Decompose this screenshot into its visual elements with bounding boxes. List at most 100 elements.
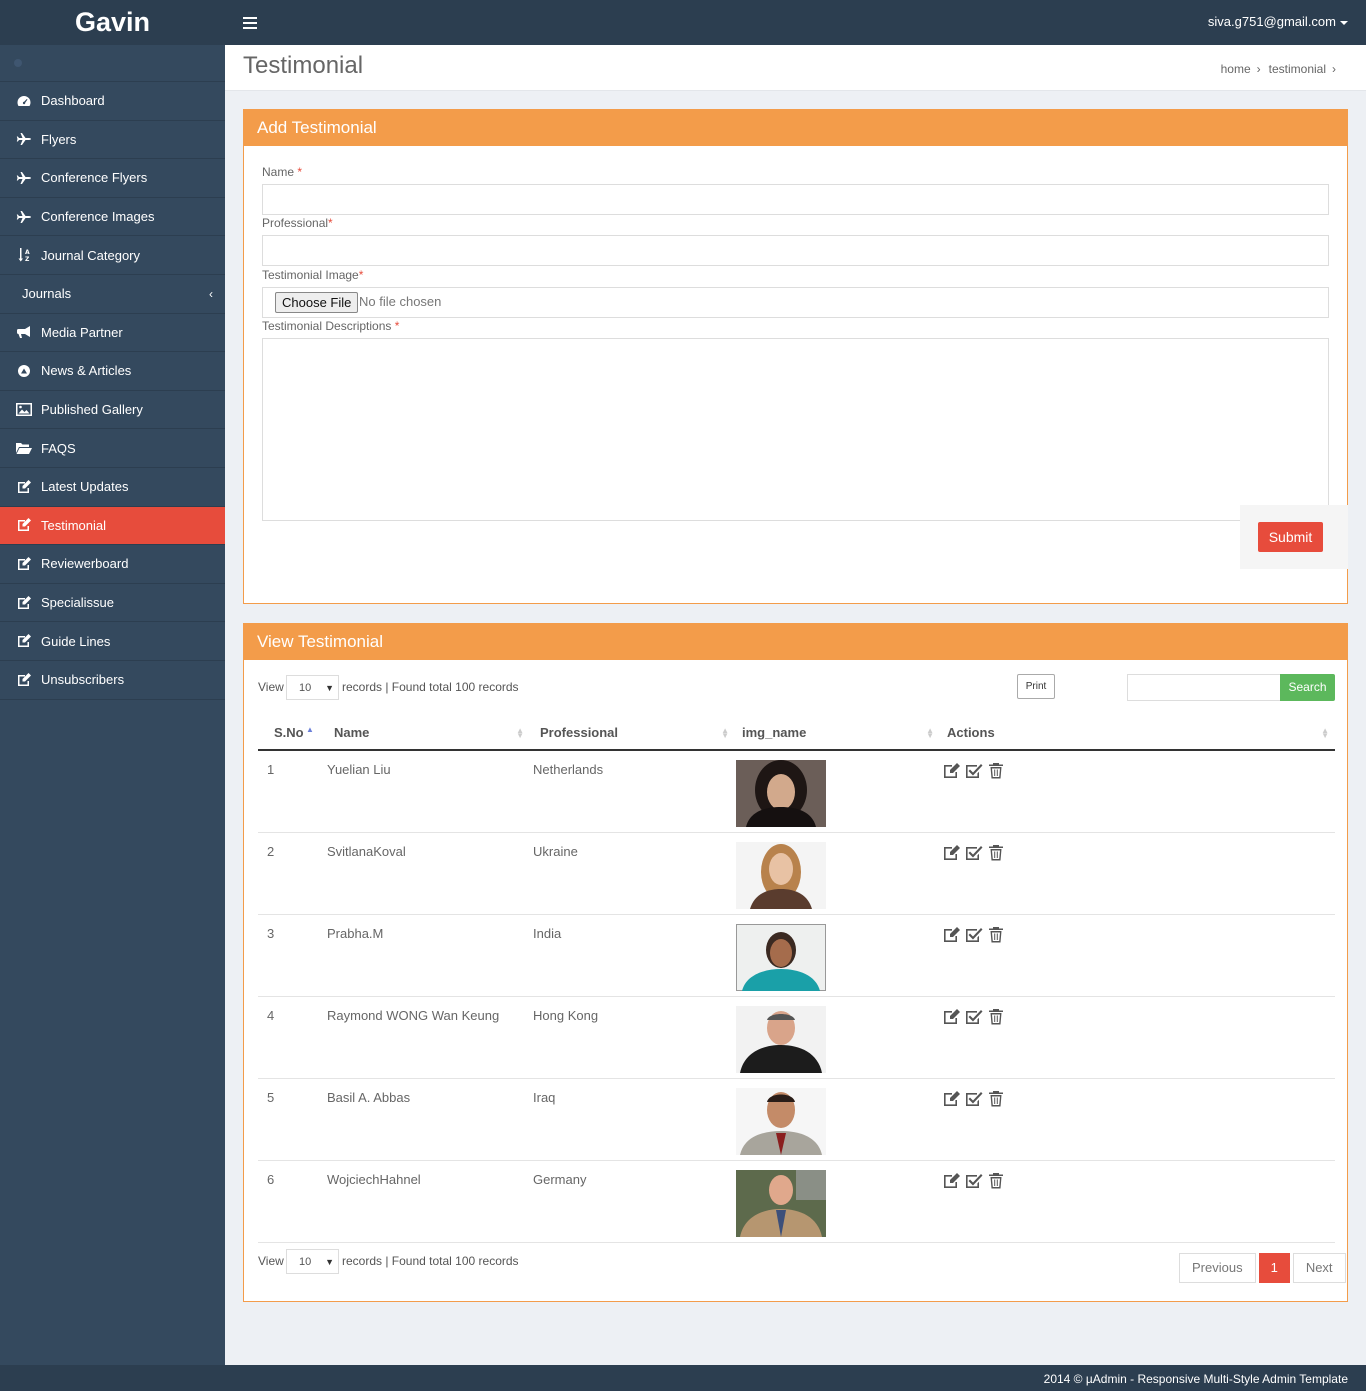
column-header-name[interactable]: Name ▲ ▼ — [327, 716, 530, 751]
approve-check-icon[interactable] — [965, 844, 983, 861]
panel-heading: View Testimonial — [244, 624, 1347, 660]
sidebar-item-unsubscribers[interactable]: Unsubscribers — [0, 661, 225, 700]
folder-open-icon — [15, 441, 33, 455]
cell-image — [735, 750, 940, 833]
professional-label-text: Professional — [262, 216, 329, 230]
brand-logo[interactable]: Gavin — [0, 0, 225, 45]
cell-professional: Netherlands — [530, 750, 735, 833]
picture-icon — [15, 403, 33, 417]
sidebar-item-published-gallery[interactable]: Published Gallery — [0, 391, 225, 430]
approve-check-icon[interactable] — [965, 926, 983, 943]
testimonial-photo — [736, 1169, 826, 1237]
sidebar-item-faqs[interactable]: FAQS — [0, 429, 225, 468]
column-header-professional[interactable]: Professional ▲ ▼ — [530, 716, 735, 751]
edit-icon — [15, 518, 33, 532]
trash-icon[interactable] — [987, 1090, 1005, 1107]
testimonial-descriptions-textarea[interactable] — [262, 338, 1329, 521]
required-mark: * — [358, 268, 364, 282]
sidebar-item-label: FAQS — [41, 440, 76, 456]
bullhorn-icon — [15, 325, 33, 339]
status-dot-icon — [14, 59, 22, 67]
table-row: 2 SvitlanaKoval Ukraine — [258, 832, 1335, 915]
edit-icon[interactable] — [943, 762, 961, 779]
breadcrumb-testimonial[interactable]: testimonial — [1269, 62, 1326, 76]
testimonial-descriptions-label: Testimonial Descriptions * — [262, 319, 399, 333]
approve-check-icon[interactable] — [965, 762, 983, 779]
edit-icon — [15, 479, 33, 494]
cell-professional: Hong Kong — [530, 996, 735, 1079]
column-label: Professional — [540, 725, 619, 740]
column-label: img_name — [742, 725, 807, 740]
svg-text:Z: Z — [25, 256, 30, 262]
testimonial-photo — [736, 841, 826, 909]
edit-icon — [15, 595, 33, 610]
user-menu[interactable]: siva.g751@gmail.com — [1208, 14, 1348, 29]
breadcrumb: home › testimonial › — [1221, 62, 1344, 76]
sidebar-item-specialissue[interactable]: Specialissue — [0, 584, 225, 623]
sidebar-item-conference-flyers[interactable]: Conference Flyers — [0, 159, 225, 198]
edit-icon[interactable] — [943, 844, 961, 861]
image-label-text: Testimonial Image — [262, 268, 359, 282]
sidebar-item-news-articles[interactable]: News & Articles — [0, 352, 225, 391]
top-navbar: siva.g751@gmail.com — [225, 0, 1366, 45]
previous-page-button[interactable]: Previous — [1179, 1253, 1256, 1283]
add-testimonial-panel: Add Testimonial Name * Professional* Tes… — [243, 109, 1348, 604]
cell-professional: India — [530, 914, 735, 997]
sidebar-item-conference-images[interactable]: Conference Images — [0, 198, 225, 237]
sidebar-item-dashboard[interactable]: Dashboard — [0, 82, 225, 121]
sidebar-item-journals[interactable]: Journals ‹ — [0, 275, 225, 314]
page-size-select-bottom[interactable]: 10 ▼ — [286, 1249, 339, 1274]
page-header: Testimonial home › testimonial › — [225, 45, 1366, 91]
sidebar-item-testimonial[interactable]: Testimonial — [0, 506, 225, 546]
edit-icon[interactable] — [943, 1090, 961, 1107]
edit-icon[interactable] — [943, 926, 961, 943]
name-input[interactable] — [262, 184, 1329, 215]
required-mark: * — [297, 165, 303, 179]
records-summary: records | Found total 100 records — [342, 1254, 519, 1268]
no-file-text: No file chosen — [359, 294, 442, 309]
trash-icon[interactable] — [987, 1172, 1005, 1189]
trash-icon[interactable] — [987, 844, 1005, 861]
sidebar-item-media-partner[interactable]: Media Partner — [0, 314, 225, 353]
search-button[interactable]: Search — [1280, 674, 1335, 701]
approve-check-icon[interactable] — [965, 1172, 983, 1189]
edit-icon[interactable] — [943, 1008, 961, 1025]
column-header-actions[interactable]: Actions ▲ ▼ — [940, 716, 1335, 751]
approve-check-icon[interactable] — [965, 1008, 983, 1025]
submit-button[interactable]: Submit — [1258, 522, 1323, 552]
records-summary: records | Found total 100 records — [342, 680, 519, 694]
sidebar-item-flyers[interactable]: Flyers — [0, 121, 225, 160]
breadcrumb-home[interactable]: home — [1221, 62, 1251, 76]
cell-sno: 2 — [258, 832, 327, 915]
menu-toggle-icon[interactable] — [243, 17, 257, 29]
trash-icon[interactable] — [987, 1008, 1005, 1025]
approve-check-icon[interactable] — [965, 1090, 983, 1107]
cell-image — [735, 1078, 940, 1161]
next-page-button[interactable]: Next — [1292, 1253, 1346, 1283]
testimonial-table: S.No ▲ Name ▲ ▼ Professional ▲ ▼ img_name ▲ ▼ A… — [258, 716, 1335, 1243]
dropdown-arrow-icon: ▼ — [325, 683, 334, 693]
trash-icon[interactable] — [987, 926, 1005, 943]
print-button[interactable]: Print — [1017, 674, 1055, 699]
professional-input[interactable] — [262, 235, 1329, 266]
page-1-button[interactable]: 1 — [1258, 1253, 1290, 1283]
page-size-select[interactable]: 10 ▼ — [286, 675, 339, 700]
sidebar-item-journal-category[interactable]: AZ Journal Category — [0, 236, 225, 275]
cell-sno: 1 — [258, 750, 327, 833]
sidebar-item-guide-lines[interactable]: Guide Lines — [0, 622, 225, 661]
testimonial-photo — [736, 760, 826, 827]
column-header-sno[interactable]: S.No ▲ — [258, 716, 327, 751]
choose-file-button[interactable]: Choose File — [275, 292, 359, 313]
sort-icon: ▲ ▼ — [516, 726, 524, 740]
sidebar-item-latest-updates[interactable]: Latest Updates — [0, 468, 225, 507]
edit-icon[interactable] — [943, 1172, 961, 1189]
view-testimonial-panel: View Testimonial View 10 ▼ records | Foun… — [243, 623, 1348, 1302]
trash-icon[interactable] — [987, 762, 1005, 779]
cell-name: Yuelian Liu — [327, 750, 530, 833]
sidebar-item-reviewerboard[interactable]: Reviewerboard — [0, 545, 225, 584]
edit-icon — [15, 672, 33, 687]
search-input[interactable] — [1127, 674, 1281, 701]
column-header-img-name[interactable]: img_name ▲ ▼ — [735, 716, 940, 751]
sidebar-item-label: News & Articles — [41, 363, 132, 379]
edit-icon — [15, 556, 33, 571]
